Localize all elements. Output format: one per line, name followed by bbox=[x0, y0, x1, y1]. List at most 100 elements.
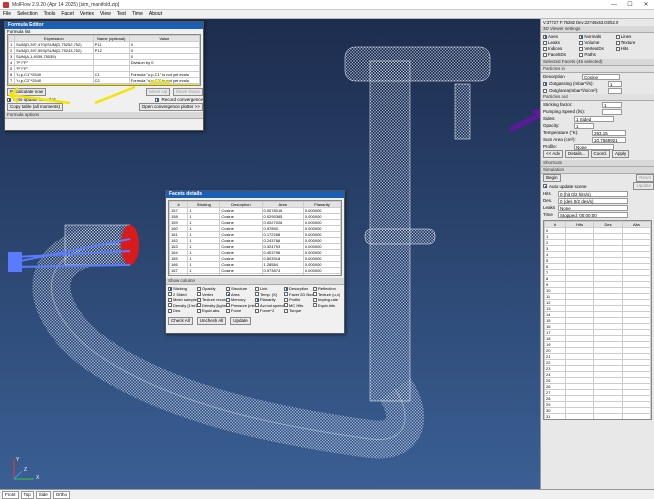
show-column-checkbox[interactable] bbox=[255, 286, 259, 291]
viewer-option[interactable]: Paths bbox=[579, 52, 615, 58]
show-column-checkbox[interactable] bbox=[197, 308, 201, 313]
sticking-field[interactable]: 1 bbox=[602, 101, 622, 108]
hits-cell: 32 bbox=[545, 420, 566, 421]
viewer-checkbox[interactable] bbox=[579, 34, 584, 39]
viewer-option-label: Volume bbox=[584, 40, 600, 45]
show-column-checkbox[interactable] bbox=[313, 297, 317, 302]
desorption-select[interactable]: Cosine bbox=[582, 73, 620, 80]
outgassing-radio[interactable] bbox=[543, 81, 547, 86]
show-column-checkbox[interactable] bbox=[284, 292, 288, 297]
viewer-checkbox[interactable] bbox=[615, 46, 620, 51]
show-column-checkbox[interactable] bbox=[284, 308, 288, 313]
sim-update-button[interactable]: Update bbox=[633, 182, 654, 190]
show-column-option[interactable]: Des. bbox=[168, 308, 197, 314]
uncheck-all-button[interactable]: Uncheck All bbox=[196, 316, 227, 325]
show-column-checkbox[interactable] bbox=[226, 308, 230, 313]
show-column-checkbox[interactable] bbox=[284, 303, 288, 308]
outgassing-field[interactable]: 1 bbox=[608, 80, 622, 87]
show-column-checkbox[interactable] bbox=[168, 297, 172, 302]
show-column-option[interactable]: Force^2 bbox=[255, 308, 284, 314]
facets-details-table[interactable]: # Sticking Desorption Area Planarity 157 1 Cosi… bbox=[169, 201, 341, 275]
show-column-checkbox[interactable] bbox=[226, 286, 230, 291]
details-cell: Cosine bbox=[219, 273, 263, 275]
show-column-checkbox[interactable] bbox=[313, 286, 317, 291]
simulation-section[interactable]: Simulation bbox=[541, 167, 654, 174]
view-ortho-button[interactable]: Ortho bbox=[52, 490, 71, 499]
hits-table[interactable]: # Hits Des Abs 0 1 2 3 4 5 6 7 8 9 10 11 12 … bbox=[544, 221, 651, 421]
viewer-checkbox[interactable] bbox=[543, 52, 547, 57]
viewer-settings-section[interactable]: 3D Viewer settings bbox=[541, 26, 654, 33]
profile-select[interactable]: None bbox=[574, 143, 614, 150]
autoupdate-scene-checkbox[interactable] bbox=[543, 184, 547, 188]
show-column-checkbox[interactable] bbox=[197, 286, 201, 291]
pumping-field[interactable] bbox=[602, 108, 622, 115]
show-column-label: Planarity bbox=[260, 297, 276, 302]
reset-button[interactable]: Reset bbox=[636, 174, 654, 182]
show-column-option[interactable]: Equiv.abs. bbox=[197, 308, 226, 314]
show-column-checkbox[interactable] bbox=[197, 292, 201, 297]
viewer-option-label: Hits bbox=[620, 46, 629, 51]
viewer-checkbox[interactable] bbox=[579, 52, 584, 57]
shortcuts-section[interactable]: Shortcuts bbox=[541, 160, 654, 167]
show-column-checkbox[interactable] bbox=[313, 303, 317, 308]
show-column-label: Texture (u,v) bbox=[318, 291, 341, 297]
show-column-checkbox[interactable] bbox=[226, 292, 230, 297]
show-column-checkbox[interactable] bbox=[284, 297, 288, 302]
show-column-checkbox[interactable] bbox=[168, 303, 172, 308]
viewer-option[interactable]: FacetIDs bbox=[543, 52, 579, 58]
leaks-field: None bbox=[558, 204, 628, 211]
outgassing-area-field[interactable] bbox=[608, 87, 622, 94]
show-column-label: Mesh sample/cm bbox=[173, 297, 197, 302]
details-row[interactable]: 1681Cosine0.876090.000000 bbox=[169, 273, 341, 275]
apply-button[interactable]: Apply bbox=[612, 150, 630, 158]
viewer-checkbox[interactable] bbox=[615, 34, 620, 39]
show-column-option[interactable]: Torque bbox=[284, 308, 313, 314]
sides-select[interactable]: 1 Sided bbox=[574, 115, 614, 122]
show-column-checkbox[interactable] bbox=[168, 292, 172, 297]
view-top-button[interactable]: Top bbox=[20, 490, 34, 499]
show-column-option[interactable]: Equiv.hits bbox=[313, 303, 342, 309]
update-button[interactable]: Update bbox=[230, 316, 251, 325]
selected-facets-section[interactable]: Selected Facets (45 selected) bbox=[541, 59, 654, 66]
temperature-field[interactable]: 293.15 bbox=[592, 129, 626, 136]
show-column-checkbox[interactable] bbox=[197, 297, 201, 302]
begin-button[interactable]: Begin bbox=[543, 174, 561, 182]
show-column-label: 2 Sided bbox=[173, 291, 187, 297]
view-front-button[interactable]: Front bbox=[2, 490, 19, 499]
viewer-checkbox[interactable] bbox=[579, 40, 584, 45]
show-column-checkbox[interactable] bbox=[255, 308, 259, 313]
hits-cell-empty bbox=[566, 420, 594, 421]
show-column-label: Density [1/m3] bbox=[173, 302, 197, 308]
viewer-checkbox[interactable] bbox=[579, 46, 584, 51]
hits-row[interactable]: 32 bbox=[545, 420, 651, 421]
view-side-button[interactable]: Side bbox=[35, 490, 51, 499]
show-column-label: Vertex bbox=[202, 291, 214, 297]
show-column-checkbox[interactable] bbox=[168, 308, 172, 313]
show-column-checkbox[interactable] bbox=[226, 303, 230, 308]
show-column-checkbox[interactable] bbox=[226, 297, 230, 302]
hits-label: Hits bbox=[543, 191, 551, 196]
show-column-checkbox[interactable] bbox=[168, 286, 172, 291]
facets-details-window[interactable]: Facets details # Sticking Desorption Area Pl… bbox=[165, 190, 345, 334]
show-column-checkbox[interactable] bbox=[255, 297, 259, 302]
opacity-field[interactable]: 1 bbox=[574, 122, 594, 129]
show-column-checkbox[interactable] bbox=[255, 292, 259, 297]
viewer-checkbox[interactable] bbox=[543, 46, 547, 51]
check-all-button[interactable]: Check All bbox=[168, 316, 193, 325]
area-label: Sum Area (cm²): bbox=[543, 137, 576, 142]
viewer-checkbox[interactable] bbox=[615, 40, 620, 45]
coord-button[interactable]: Coord. bbox=[590, 150, 611, 158]
show-column-checkbox[interactable] bbox=[255, 303, 259, 308]
details-button[interactable]: Details... bbox=[565, 150, 589, 158]
show-column-checkbox[interactable] bbox=[284, 286, 288, 291]
show-column-option[interactable]: Force bbox=[226, 308, 255, 314]
show-column-checkbox[interactable] bbox=[197, 303, 201, 308]
viewer-option[interactable]: Hits bbox=[615, 46, 652, 52]
viewer-checkbox[interactable] bbox=[543, 40, 547, 45]
outgassing-area-radio[interactable] bbox=[543, 88, 547, 93]
advanced-button[interactable]: << Adv bbox=[543, 150, 564, 158]
show-column-checks: Sticking Opacity Structure Link Desorption Re… bbox=[166, 285, 344, 315]
show-column-checkbox[interactable] bbox=[313, 292, 317, 297]
viewer-checkbox[interactable] bbox=[543, 34, 547, 39]
details-cell: 0.87609 bbox=[261, 273, 304, 275]
